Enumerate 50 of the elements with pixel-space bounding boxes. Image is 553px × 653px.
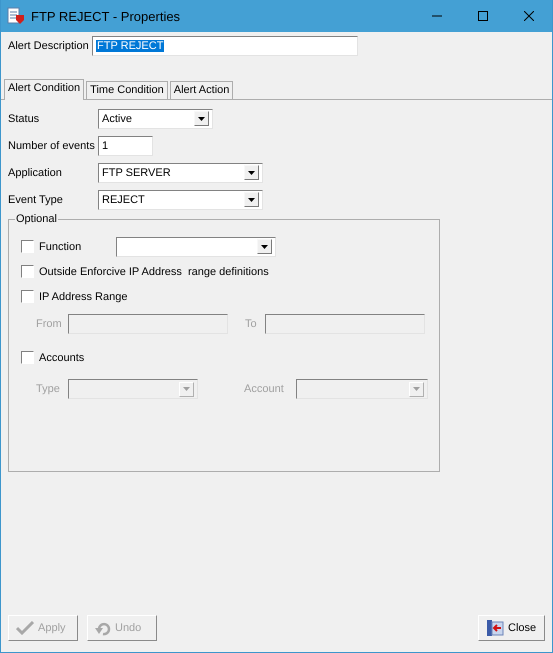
undo-icon xyxy=(95,620,111,636)
caret-icon xyxy=(198,116,205,120)
tab[interactable]: Alert Condition xyxy=(4,79,84,100)
field-label: Number of events xyxy=(8,140,96,152)
tab[interactable]: Alert Action xyxy=(170,81,234,99)
checkbox-label: IP Address Range xyxy=(39,290,128,302)
input-field[interactable] xyxy=(68,314,228,334)
checkbox[interactable] xyxy=(21,351,34,364)
dropdown-field[interactable] xyxy=(68,379,198,399)
field-label: Status xyxy=(8,112,40,124)
caret-icon xyxy=(261,244,268,248)
field-label: From xyxy=(36,318,63,330)
checkbox[interactable] xyxy=(21,240,34,253)
input-field[interactable]: 1 xyxy=(98,136,153,156)
input-field[interactable] xyxy=(265,314,425,334)
dropdown-field[interactable] xyxy=(296,379,428,399)
dropdown-field[interactable]: Active xyxy=(98,108,213,128)
field-label: To xyxy=(245,318,258,330)
field-label: Account xyxy=(244,383,285,395)
maximize-icon xyxy=(478,11,488,21)
close-icon xyxy=(524,11,534,21)
dropdown-field[interactable]: REJECT xyxy=(98,190,263,210)
window-title: FTP REJECT - Properties xyxy=(31,8,180,24)
dropdown-arrow-button[interactable] xyxy=(257,239,272,254)
description-field[interactable]: FTP REJECT xyxy=(92,36,358,56)
group-title: Optional xyxy=(15,213,58,225)
checkbox[interactable] xyxy=(21,290,34,303)
checkbox-label: Outside Enforcive IP Address range definitions xyxy=(39,266,269,278)
caret-icon xyxy=(413,387,420,391)
checkbox-label: Function xyxy=(39,240,82,252)
dropdown-arrow-button[interactable] xyxy=(244,192,259,207)
dropdown-arrow-button[interactable] xyxy=(244,165,259,180)
field-value: FTP REJECT xyxy=(96,40,164,52)
close-button[interactable]: Close xyxy=(478,615,545,641)
field-label: Alert Description xyxy=(8,40,90,52)
tab[interactable]: Time Condition xyxy=(86,81,168,99)
dropdown-arrow-button[interactable] xyxy=(194,111,209,126)
caret-icon xyxy=(248,170,255,174)
caret-icon xyxy=(183,387,190,391)
caret-icon xyxy=(248,198,255,202)
field-label: Event Type xyxy=(8,194,64,206)
checkmark-icon xyxy=(16,621,34,635)
field-label: Type xyxy=(36,383,61,395)
exit-door-icon xyxy=(486,619,504,637)
checkbox[interactable] xyxy=(21,265,34,278)
dropdown-field[interactable]: FTP SERVER xyxy=(98,162,263,182)
app-icon xyxy=(7,7,25,25)
dropdown-field[interactable] xyxy=(116,236,276,256)
field-label: Application xyxy=(8,166,63,178)
checkbox-label: Accounts xyxy=(39,352,84,364)
